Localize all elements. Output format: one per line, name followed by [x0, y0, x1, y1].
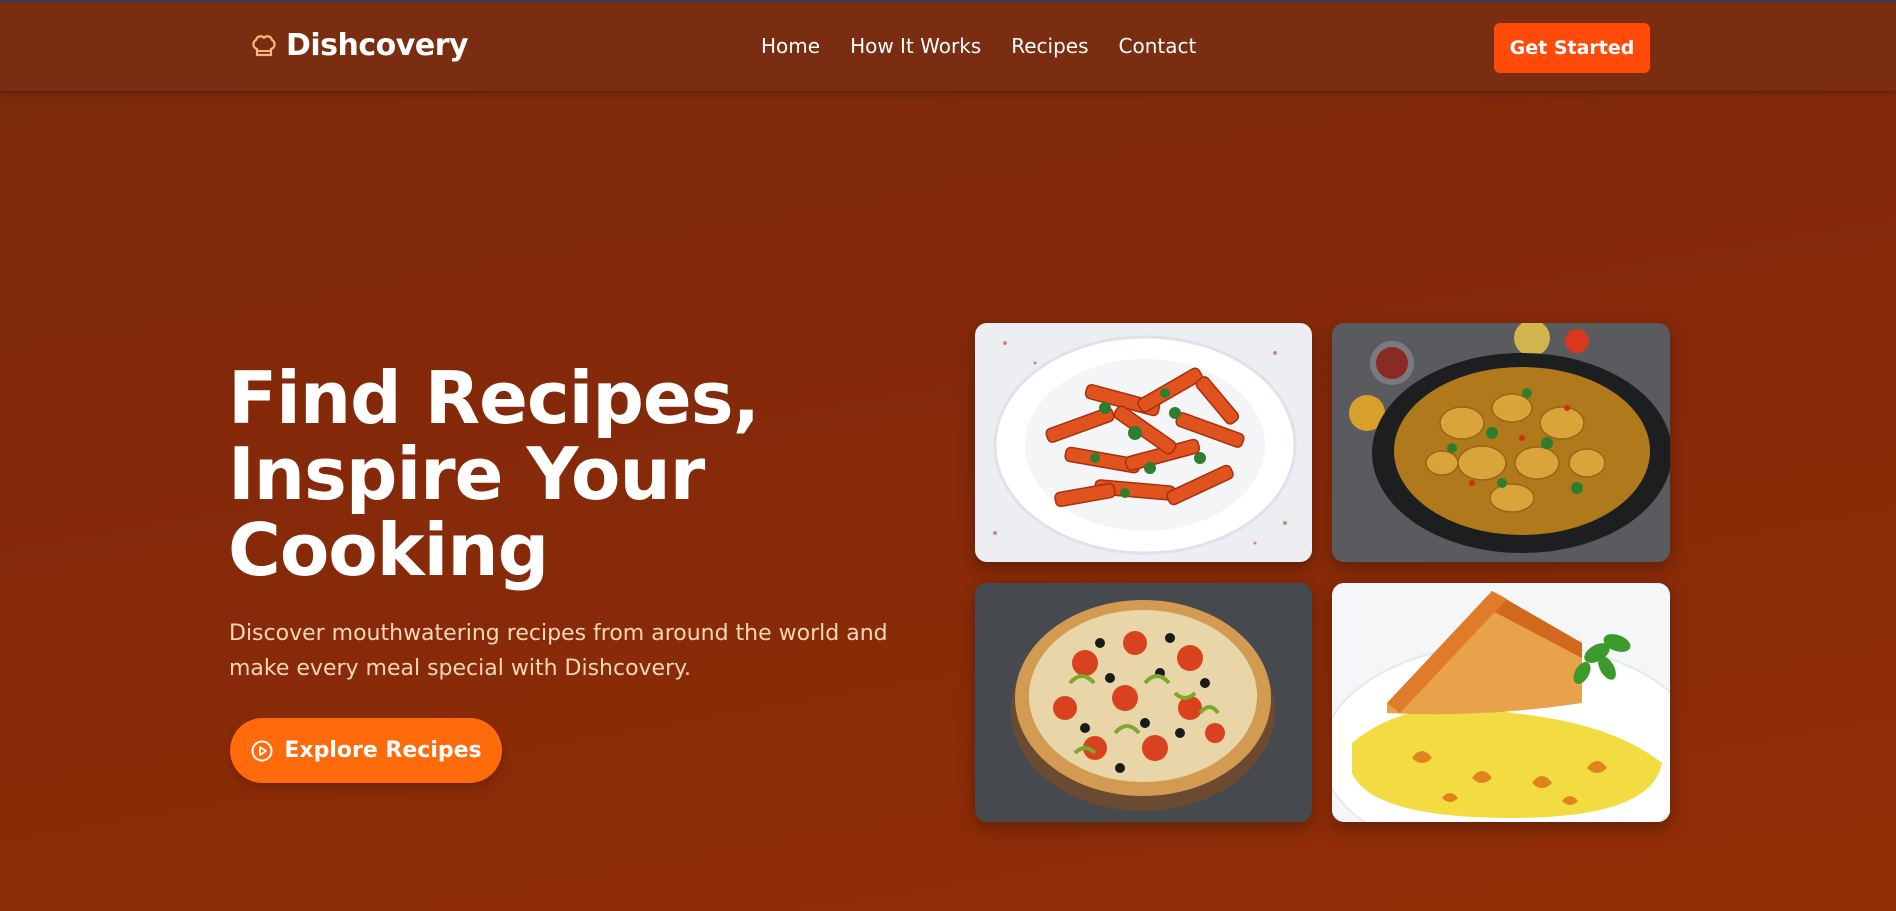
hero-title-line-3: Cooking [228, 508, 549, 592]
nav-item-home[interactable]: Home [761, 34, 820, 58]
chicken-curry-image [1332, 323, 1670, 562]
site-header: Dishcovery Home How It Works Recipes Con… [0, 2, 1896, 91]
explore-recipes-button[interactable]: Explore Recipes [230, 718, 502, 783]
chef-hat-icon [252, 34, 276, 56]
nav-item-how-it-works[interactable]: How It Works [850, 34, 981, 58]
nav-item-recipes[interactable]: Recipes [1011, 34, 1088, 58]
cake-slice-image [1332, 583, 1670, 822]
pizza-image [975, 583, 1312, 822]
get-started-button[interactable]: Get Started [1494, 23, 1650, 73]
explore-recipes-label: Explore Recipes [284, 738, 482, 763]
main-nav: Home How It Works Recipes Contact [761, 34, 1196, 58]
nav-item-contact[interactable]: Contact [1119, 34, 1197, 58]
play-circle-icon [251, 740, 273, 761]
hero-title-line-1: Find Recipes, [228, 356, 760, 440]
hero-title: Find Recipes, Inspire Your Cooking [228, 360, 948, 588]
hero-subtitle: Discover mouthwatering recipes from arou… [229, 621, 888, 681]
brand-name: Dishcovery [286, 28, 469, 63]
penne-pasta-image [975, 323, 1312, 562]
brand-logo[interactable]: Dishcovery [250, 28, 469, 63]
hero-title-line-2: Inspire Your [228, 432, 705, 516]
